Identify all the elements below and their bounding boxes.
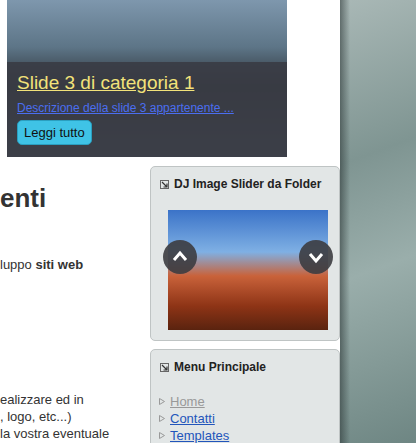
article-line: , logo, etc...) (0, 408, 150, 425)
bullet-arrow-icon (159, 432, 165, 439)
module-box: DJ Image Slider da Folder (150, 166, 340, 341)
main-area: Slide 3 di categoria 1 Descrizione della … (0, 0, 340, 443)
menu-item: Home (159, 393, 339, 410)
article-heading: enti (0, 183, 150, 213)
menu-list: HomeContattiTemplates (151, 393, 339, 443)
module-title: Menu Principale (151, 350, 339, 375)
slider-up-button[interactable] (163, 240, 197, 274)
slider-down-button[interactable] (299, 240, 333, 274)
text-segment: ealizzare ed in (0, 392, 84, 407)
article: enti luppo siti web ealizzare ed in , logo,… (0, 157, 150, 443)
slide-caption: Slide 3 di categoria 1 Descrizione della … (7, 62, 287, 157)
text-segment: luppo (0, 257, 35, 272)
text-segment: la vostra eventuale (0, 426, 109, 441)
menu-link[interactable]: Templates (170, 427, 229, 443)
background-texture (340, 0, 416, 443)
page: Slide 3 di categoria 1 Descrizione della … (0, 0, 416, 443)
chevron-down-icon (307, 248, 325, 266)
module-arrow-icon (160, 180, 169, 189)
menu-link[interactable]: Home (170, 393, 205, 410)
module-box: Menu Principale HomeContattiTemplates (150, 349, 340, 443)
module-arrow-icon (160, 363, 169, 372)
content-row: enti luppo siti web ealizzare ed in , logo,… (0, 157, 340, 443)
article-paragraph: luppo siti web (0, 256, 150, 273)
module-column: DJ Image Slider da Folder Menu Principale… (150, 157, 340, 443)
bullet-arrow-icon (159, 415, 165, 422)
article-line: luppo siti web (0, 256, 150, 273)
slide-title[interactable]: Slide 3 di categoria 1 (17, 71, 194, 95)
bullet-arrow-icon (159, 398, 165, 405)
text-segment: siti web (35, 257, 83, 272)
chevron-up-icon (171, 248, 189, 266)
menu-item: Templates (159, 427, 339, 443)
slide-description[interactable]: Descrizione della slide 3 appartenente .… (17, 100, 234, 116)
menu-link[interactable]: Contatti (170, 410, 215, 427)
article-line: ealizzare ed in (0, 391, 150, 408)
article-line: la vostra eventuale (0, 425, 150, 442)
text-segment: , logo, etc...) (0, 409, 72, 424)
module-title: DJ Image Slider da Folder (151, 167, 339, 192)
slideshow: Slide 3 di categoria 1 Descrizione della … (7, 0, 287, 157)
slider-photo (168, 210, 328, 330)
article-paragraph: ealizzare ed in , logo, etc...) la vostra … (0, 391, 150, 442)
read-more-button[interactable]: Leggi tutto (17, 120, 92, 145)
image-slider (168, 210, 328, 330)
menu-item: Contatti (159, 410, 339, 427)
